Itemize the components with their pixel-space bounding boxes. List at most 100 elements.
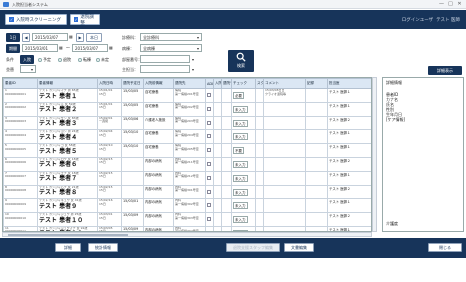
column-header[interactable]: 退院予測	[221, 78, 232, 89]
stats-button[interactable]: 統計情報	[88, 243, 118, 252]
search-button[interactable]: 検索	[228, 50, 254, 72]
column-header[interactable]: 退院先	[173, 78, 206, 89]
ward-select[interactable]: 全診療科	[140, 33, 202, 41]
doctor-search-icon[interactable]: ▾	[192, 67, 194, 72]
checkbox-icon[interactable]	[207, 93, 211, 97]
column-header[interactable]: ADL	[205, 78, 214, 89]
table-row[interactable]: 9 00000000009 テスト カンジャキュウ 女 41歳 テスト 患者９ 15/0…	[3, 198, 371, 214]
radio-discharge[interactable]: 退院	[58, 57, 71, 63]
table-row[interactable]: 3 00000000003 テスト カンジャサン 女 83歳 テスト 患者３ 15/02…	[3, 115, 371, 131]
column-header[interactable]: 記録	[305, 78, 328, 89]
checkbox-icon[interactable]	[207, 217, 211, 222]
doctor-cell: テスト 医師１	[327, 198, 371, 214]
column-header[interactable]: 入院日時	[97, 78, 122, 89]
room-search-icon[interactable]: ▾	[192, 57, 194, 62]
close-window-button[interactable]: ✕	[455, 1, 464, 7]
column-header[interactable]: コメント	[263, 78, 306, 89]
staff-edit-button[interactable]: 退院支援スタッフ編集	[226, 243, 280, 252]
screening-select[interactable]: 必要	[233, 92, 244, 99]
screening-select[interactable]: 未入力	[233, 216, 248, 224]
screening-select[interactable]: 未入力	[233, 133, 248, 141]
column-header[interactable]: 患者ID	[3, 78, 38, 89]
column-header[interactable]: 患者情報	[37, 78, 98, 89]
day-button[interactable]: 1日	[6, 33, 20, 42]
checkbox-icon[interactable]	[207, 203, 211, 208]
patient-id-cell: 7 00000000007	[3, 170, 38, 186]
document-edit-button[interactable]: 文書編集	[284, 243, 314, 252]
patient-info-cell: テスト カンジャハチ 女 21歳 テスト 患者８	[37, 184, 98, 200]
scroll-thumb[interactable]	[8, 234, 128, 236]
screening-select[interactable]: 未入力	[233, 174, 248, 182]
check-cell: 未入力	[231, 101, 256, 117]
screening-select[interactable]: 不要	[233, 147, 244, 155]
patient-info-cell: テスト カンジャジュウ 男 25歳 テスト 患者１０	[37, 212, 98, 227]
radio-undecided[interactable]: 未定	[96, 57, 109, 63]
doctor-input[interactable]	[140, 65, 190, 73]
admit-flag-cell	[213, 184, 222, 200]
minimize-button[interactable]: —	[437, 1, 446, 7]
screening-select[interactable]: 未入力	[233, 202, 248, 210]
patient-age: 24歳	[71, 129, 79, 134]
calendar-icon[interactable]: ▦	[69, 34, 73, 39]
column-header[interactable]: 入院	[213, 78, 222, 89]
detail-display-button[interactable]: 詳細表示	[428, 66, 462, 75]
patient-info-cell: テスト カンジャロク 女 18歳 テスト 患者６	[37, 156, 98, 172]
radio-admission[interactable]: 入院	[20, 55, 34, 64]
maximize-button[interactable]: □	[446, 1, 455, 7]
radio-planned[interactable]: 予定	[38, 57, 51, 63]
next-day-button[interactable]: ▶	[76, 33, 84, 42]
column-header[interactable]: スクリーニング	[255, 78, 264, 89]
table-row[interactable]: 8 00000000008 テスト カンジャハチ 女 21歳 テスト 患者８ 15/02…	[3, 184, 371, 200]
checkbox-icon[interactable]	[207, 189, 211, 194]
date-from-input[interactable]: 2015/03/01	[22, 44, 58, 52]
screening-button[interactable]: ✓ 入院時スクリーニング	[5, 14, 67, 25]
checkbox-icon[interactable]	[207, 106, 211, 111]
table-row[interactable]: 2 00000000002 テスト カンジャニ 女 59歳 テスト 患者２ 15/01/…	[3, 101, 371, 117]
record-cell	[305, 143, 328, 158]
detail-button[interactable]: 詳細	[55, 243, 81, 252]
discharge-adjust-button[interactable]: ✓ 退院調整	[70, 14, 100, 26]
dept-label: 病棟：	[122, 46, 134, 51]
checkbox-icon[interactable]	[207, 148, 211, 153]
single-date-input[interactable]: 2015/03/07	[32, 33, 68, 41]
screening-select[interactable]: 未入力	[233, 188, 248, 196]
sort-select[interactable]	[20, 65, 36, 73]
scr-cell	[255, 170, 264, 186]
record-cell	[305, 156, 328, 172]
table-row[interactable]: 10 00000000010 テスト カンジャジュウ 男 25歳 テスト 患者１０ 15…	[3, 212, 371, 227]
screening-select[interactable]: 未入力	[233, 160, 248, 168]
period-button[interactable]: 期間	[6, 44, 20, 53]
checkbox-icon[interactable]	[207, 134, 211, 139]
table-row[interactable]: 7 00000000007 テスト カンジャナナ 女 18歳 テスト 患者７ 15/02…	[3, 170, 371, 186]
screening-select[interactable]: 未入力	[233, 119, 248, 127]
column-header[interactable]: 退院予定日	[121, 78, 144, 89]
screening-select[interactable]: 未入力	[233, 105, 248, 113]
calendar-icon[interactable]: ▦	[109, 45, 113, 50]
close-button[interactable]: 閉じる	[428, 243, 462, 252]
discharge-adjust-label: 退院調整	[80, 14, 94, 26]
column-header[interactable]: チェック	[231, 78, 256, 89]
scr-cell	[255, 101, 264, 117]
discharge-date-cell: 15/03/10	[121, 143, 144, 158]
table-row[interactable]: 1 00000000001 テスト カンジャイチ 男 65歳 テスト 患者１ 15/01…	[3, 88, 371, 103]
dept-select[interactable]: 全病棟	[140, 44, 202, 52]
checkbox-icon[interactable]	[207, 175, 211, 180]
column-header[interactable]: 入院前情報	[143, 78, 174, 89]
radio-transfer[interactable]: 転棟	[78, 57, 91, 63]
record-cell	[305, 101, 328, 117]
date-to-input[interactable]: 2015/03/07	[72, 44, 108, 52]
checkbox-icon[interactable]	[207, 120, 211, 125]
comment-cell	[263, 101, 306, 117]
patient-sex: 女	[64, 143, 68, 148]
horizontal-scrollbar[interactable]	[2, 232, 372, 237]
calendar-icon[interactable]: ▦	[59, 45, 63, 50]
today-button[interactable]: 本日	[86, 33, 102, 42]
table-row[interactable]: 4 00000000004 テスト カンジャヨン 男 24歳 テスト 患者４ 15/02…	[3, 129, 371, 145]
table-row[interactable]: 5 00000000005 テスト カンジャゴ 女 58歳 テスト 患者５ 15/02/…	[3, 143, 371, 158]
table-row[interactable]: 6 00000000006 テスト カンジャロク 女 18歳 テスト 患者６ 15/02…	[3, 156, 371, 172]
column-header[interactable]: 担当医	[327, 78, 371, 89]
vertical-scrollbar[interactable]	[372, 77, 377, 232]
room-input[interactable]	[140, 55, 190, 63]
checkbox-icon[interactable]	[207, 161, 211, 166]
prev-day-button[interactable]: ◀	[22, 33, 30, 42]
